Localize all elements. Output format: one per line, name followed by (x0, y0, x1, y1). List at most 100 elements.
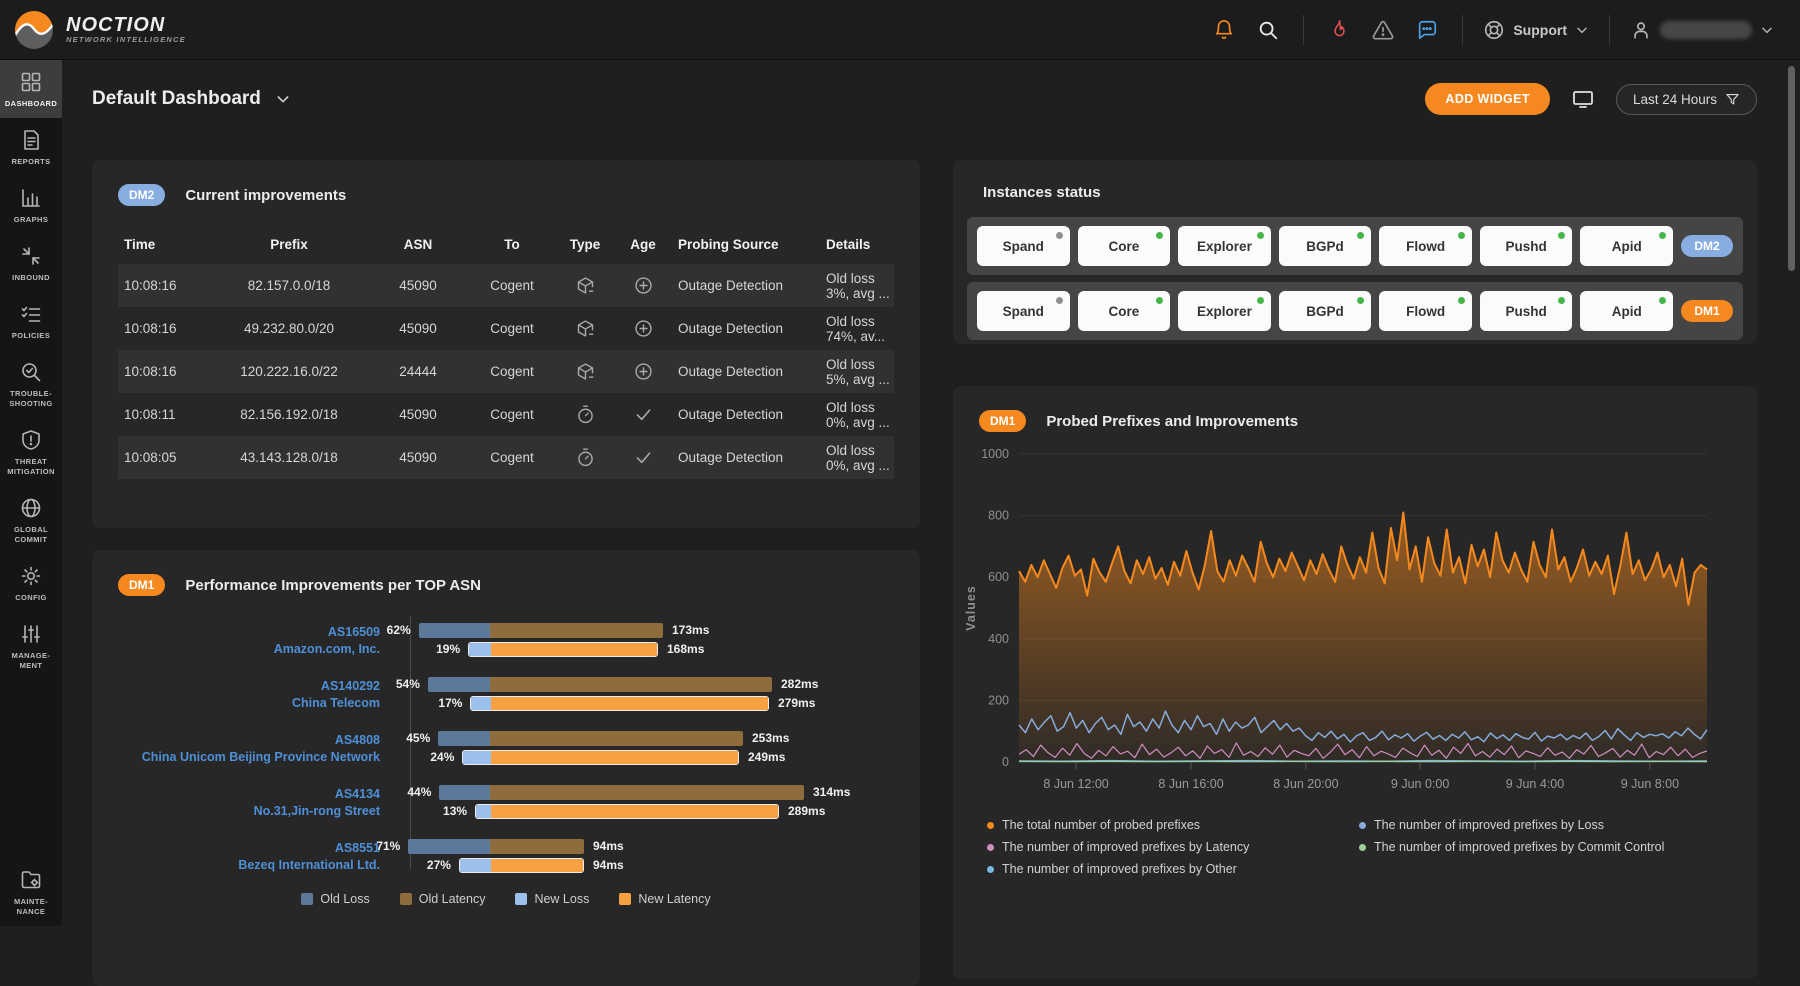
user-account-menu[interactable] (1630, 19, 1774, 41)
instance-chip-core[interactable]: Core (1078, 226, 1171, 266)
support-menu[interactable]: Support (1483, 19, 1589, 41)
column-header: Time (118, 237, 210, 252)
new-bar[interactable] (459, 858, 584, 873)
instance-chip-spand[interactable]: Spand (977, 226, 1070, 266)
sidebar-item-management[interactable]: MANAGE- MENT (0, 612, 62, 680)
asn-link-as16509[interactable]: AS16509Amazon.com, Inc. (118, 624, 398, 658)
legend-label: The number of improved prefixes by Other (1002, 862, 1237, 876)
time-range-filter[interactable]: Last 24 Hours (1616, 84, 1757, 115)
instance-chip-pushd[interactable]: Pushd (1480, 291, 1573, 331)
top-bar: NOCTION NETWORK INTELLIGENCE (0, 0, 1800, 60)
legend-label: New Latency (638, 892, 710, 906)
sidebar-item-policies[interactable]: POLICIES (0, 292, 62, 350)
sidebar-item-threat[interactable]: THREAT MITIGATION (0, 418, 62, 486)
svg-text:600: 600 (988, 570, 1009, 584)
cell-details: Old loss 0%, avg ... (820, 443, 894, 473)
search-icon[interactable] (1253, 15, 1283, 45)
alert-triangle-icon[interactable] (1368, 15, 1398, 45)
new-bar[interactable] (470, 696, 769, 711)
instance-chip-apid[interactable]: Apid (1580, 226, 1673, 266)
sidebar-item-global-commit[interactable]: GLOBAL COMMIT (0, 486, 62, 554)
asn-link-as4808[interactable]: AS4808China Unicom Beijing Province Netw… (118, 732, 398, 766)
new-bar[interactable] (462, 750, 739, 765)
asn-group-as140292: AS140292China Telecom54%282ms17%279ms (118, 676, 894, 713)
instance-chip-flowd[interactable]: Flowd (1379, 226, 1472, 266)
instance-chip-spand[interactable]: Spand (977, 291, 1070, 331)
cell-prefix: 49.232.80.0/20 (210, 321, 368, 336)
instance-name: Flowd (1406, 239, 1445, 254)
table-body: 10:08:1682.157.0.0/1845090CogentOutage D… (118, 264, 894, 479)
dm1-badge: DM1 (1681, 300, 1733, 322)
old-bar[interactable] (428, 677, 772, 692)
sidebar-item-dashboard[interactable]: DASHBOARD (0, 60, 62, 118)
circle-plus-age-icon (633, 275, 654, 296)
legend-item: Old Latency (400, 892, 486, 906)
new-bar[interactable] (475, 804, 779, 819)
inbound-icon (19, 244, 43, 268)
sidebar-item-maintenance[interactable]: MAINTE- NANCE (0, 858, 62, 926)
cell-probing-source: Outage Detection (672, 321, 820, 336)
instance-chip-explorer[interactable]: Explorer (1178, 291, 1271, 331)
old-latency-label: 94ms (593, 839, 624, 854)
instance-chip-bgpd[interactable]: BGPd (1279, 291, 1372, 331)
sidebar-item-reports[interactable]: REPORTS (0, 118, 62, 176)
old-bar[interactable] (419, 623, 663, 638)
threat-icon (19, 428, 43, 452)
vertical-scrollbar[interactable] (1788, 66, 1795, 271)
asn-link-as8551[interactable]: AS8551Bezeq International Ltd. (118, 840, 398, 874)
sidebar-item-config[interactable]: CONFIG (0, 554, 62, 612)
old-bar[interactable] (439, 785, 804, 800)
dm2-badge: DM2 (1681, 235, 1733, 257)
cell-probing-source: Outage Detection (672, 364, 820, 379)
column-header: Age (614, 237, 672, 252)
brand-logo[interactable]: NOCTION NETWORK INTELLIGENCE (0, 10, 186, 50)
time-range-label: Last 24 Hours (1633, 92, 1717, 107)
instance-chip-apid[interactable]: Apid (1580, 291, 1673, 331)
table-row[interactable]: 10:08:1182.156.192.0/1845090CogentOutage… (118, 393, 894, 436)
instance-chip-core[interactable]: Core (1078, 291, 1171, 331)
instances-row-dm2: SpandCore Explorer BGPd Flowd PushdApid DM2 (967, 217, 1743, 275)
old-bar[interactable] (408, 839, 584, 854)
legend-dot (1359, 822, 1366, 829)
old-latency-label: 253ms (752, 731, 789, 746)
dashboard-selector[interactable]: Default Dashboard (92, 88, 291, 110)
table-row[interactable]: 10:08:1682.157.0.0/1845090CogentOutage D… (118, 264, 894, 307)
instance-chip-flowd[interactable]: Flowd (1379, 291, 1472, 331)
chat-feedback-icon[interactable] (1412, 15, 1442, 45)
asn-number: AS8551 (118, 840, 380, 857)
sidebar-item-graphs[interactable]: GRAPHS (0, 176, 62, 234)
table-row[interactable]: 10:08:1649.232.80.0/2045090CogentOutage … (118, 307, 894, 350)
sidebar-item-label: GLOBAL COMMIT (14, 525, 48, 545)
legend-label: The total number of probed prefixes (1002, 818, 1200, 832)
sidebar-item-inbound[interactable]: INBOUND (0, 234, 62, 292)
cell-to: Cogent (468, 278, 556, 293)
instance-chip-bgpd[interactable]: BGPd (1279, 226, 1372, 266)
fullscreen-monitor-icon[interactable] (1568, 84, 1598, 114)
flame-alerts-icon[interactable] (1324, 15, 1354, 45)
asn-link-as140292[interactable]: AS140292China Telecom (118, 678, 398, 712)
column-header: Probing Source (672, 237, 820, 252)
table-row[interactable]: 10:08:0543.143.128.0/1845090CogentOutage… (118, 436, 894, 479)
status-dot-up (1558, 232, 1565, 239)
sidebar-item-label: INBOUND (12, 273, 50, 283)
new-latency-segment (491, 751, 738, 764)
sidebar-item-troubleshooting[interactable]: TROUBLE- SHOOTING (0, 350, 62, 418)
table-row[interactable]: 10:08:16120.222.16.0/2224444CogentOutage… (118, 350, 894, 393)
widget-title: Instances status (983, 184, 1101, 201)
instance-chip-pushd[interactable]: Pushd (1480, 226, 1573, 266)
instances-status-widget: Instances status SpandCoreExplorerBGPdFl… (953, 160, 1757, 344)
asn-link-as4134[interactable]: AS4134No.31,Jin-rong Street (118, 786, 398, 820)
notifications-bell-icon[interactable] (1209, 15, 1239, 45)
dm1-badge: DM1 (979, 410, 1026, 432)
cell-details: Old loss 74%, av... (820, 314, 894, 344)
new-bar[interactable] (468, 642, 658, 657)
status-dot-down (1056, 297, 1063, 304)
old-bar[interactable] (438, 731, 743, 746)
sidebar-item-label: MANAGE- MENT (12, 651, 51, 671)
instance-name: Explorer (1197, 239, 1252, 254)
cell-time: 10:08:05 (118, 450, 210, 465)
cell-age (614, 275, 672, 296)
add-widget-button[interactable]: ADD WIDGET (1425, 83, 1550, 115)
legend-dot (987, 822, 994, 829)
instance-chip-explorer[interactable]: Explorer (1178, 226, 1271, 266)
